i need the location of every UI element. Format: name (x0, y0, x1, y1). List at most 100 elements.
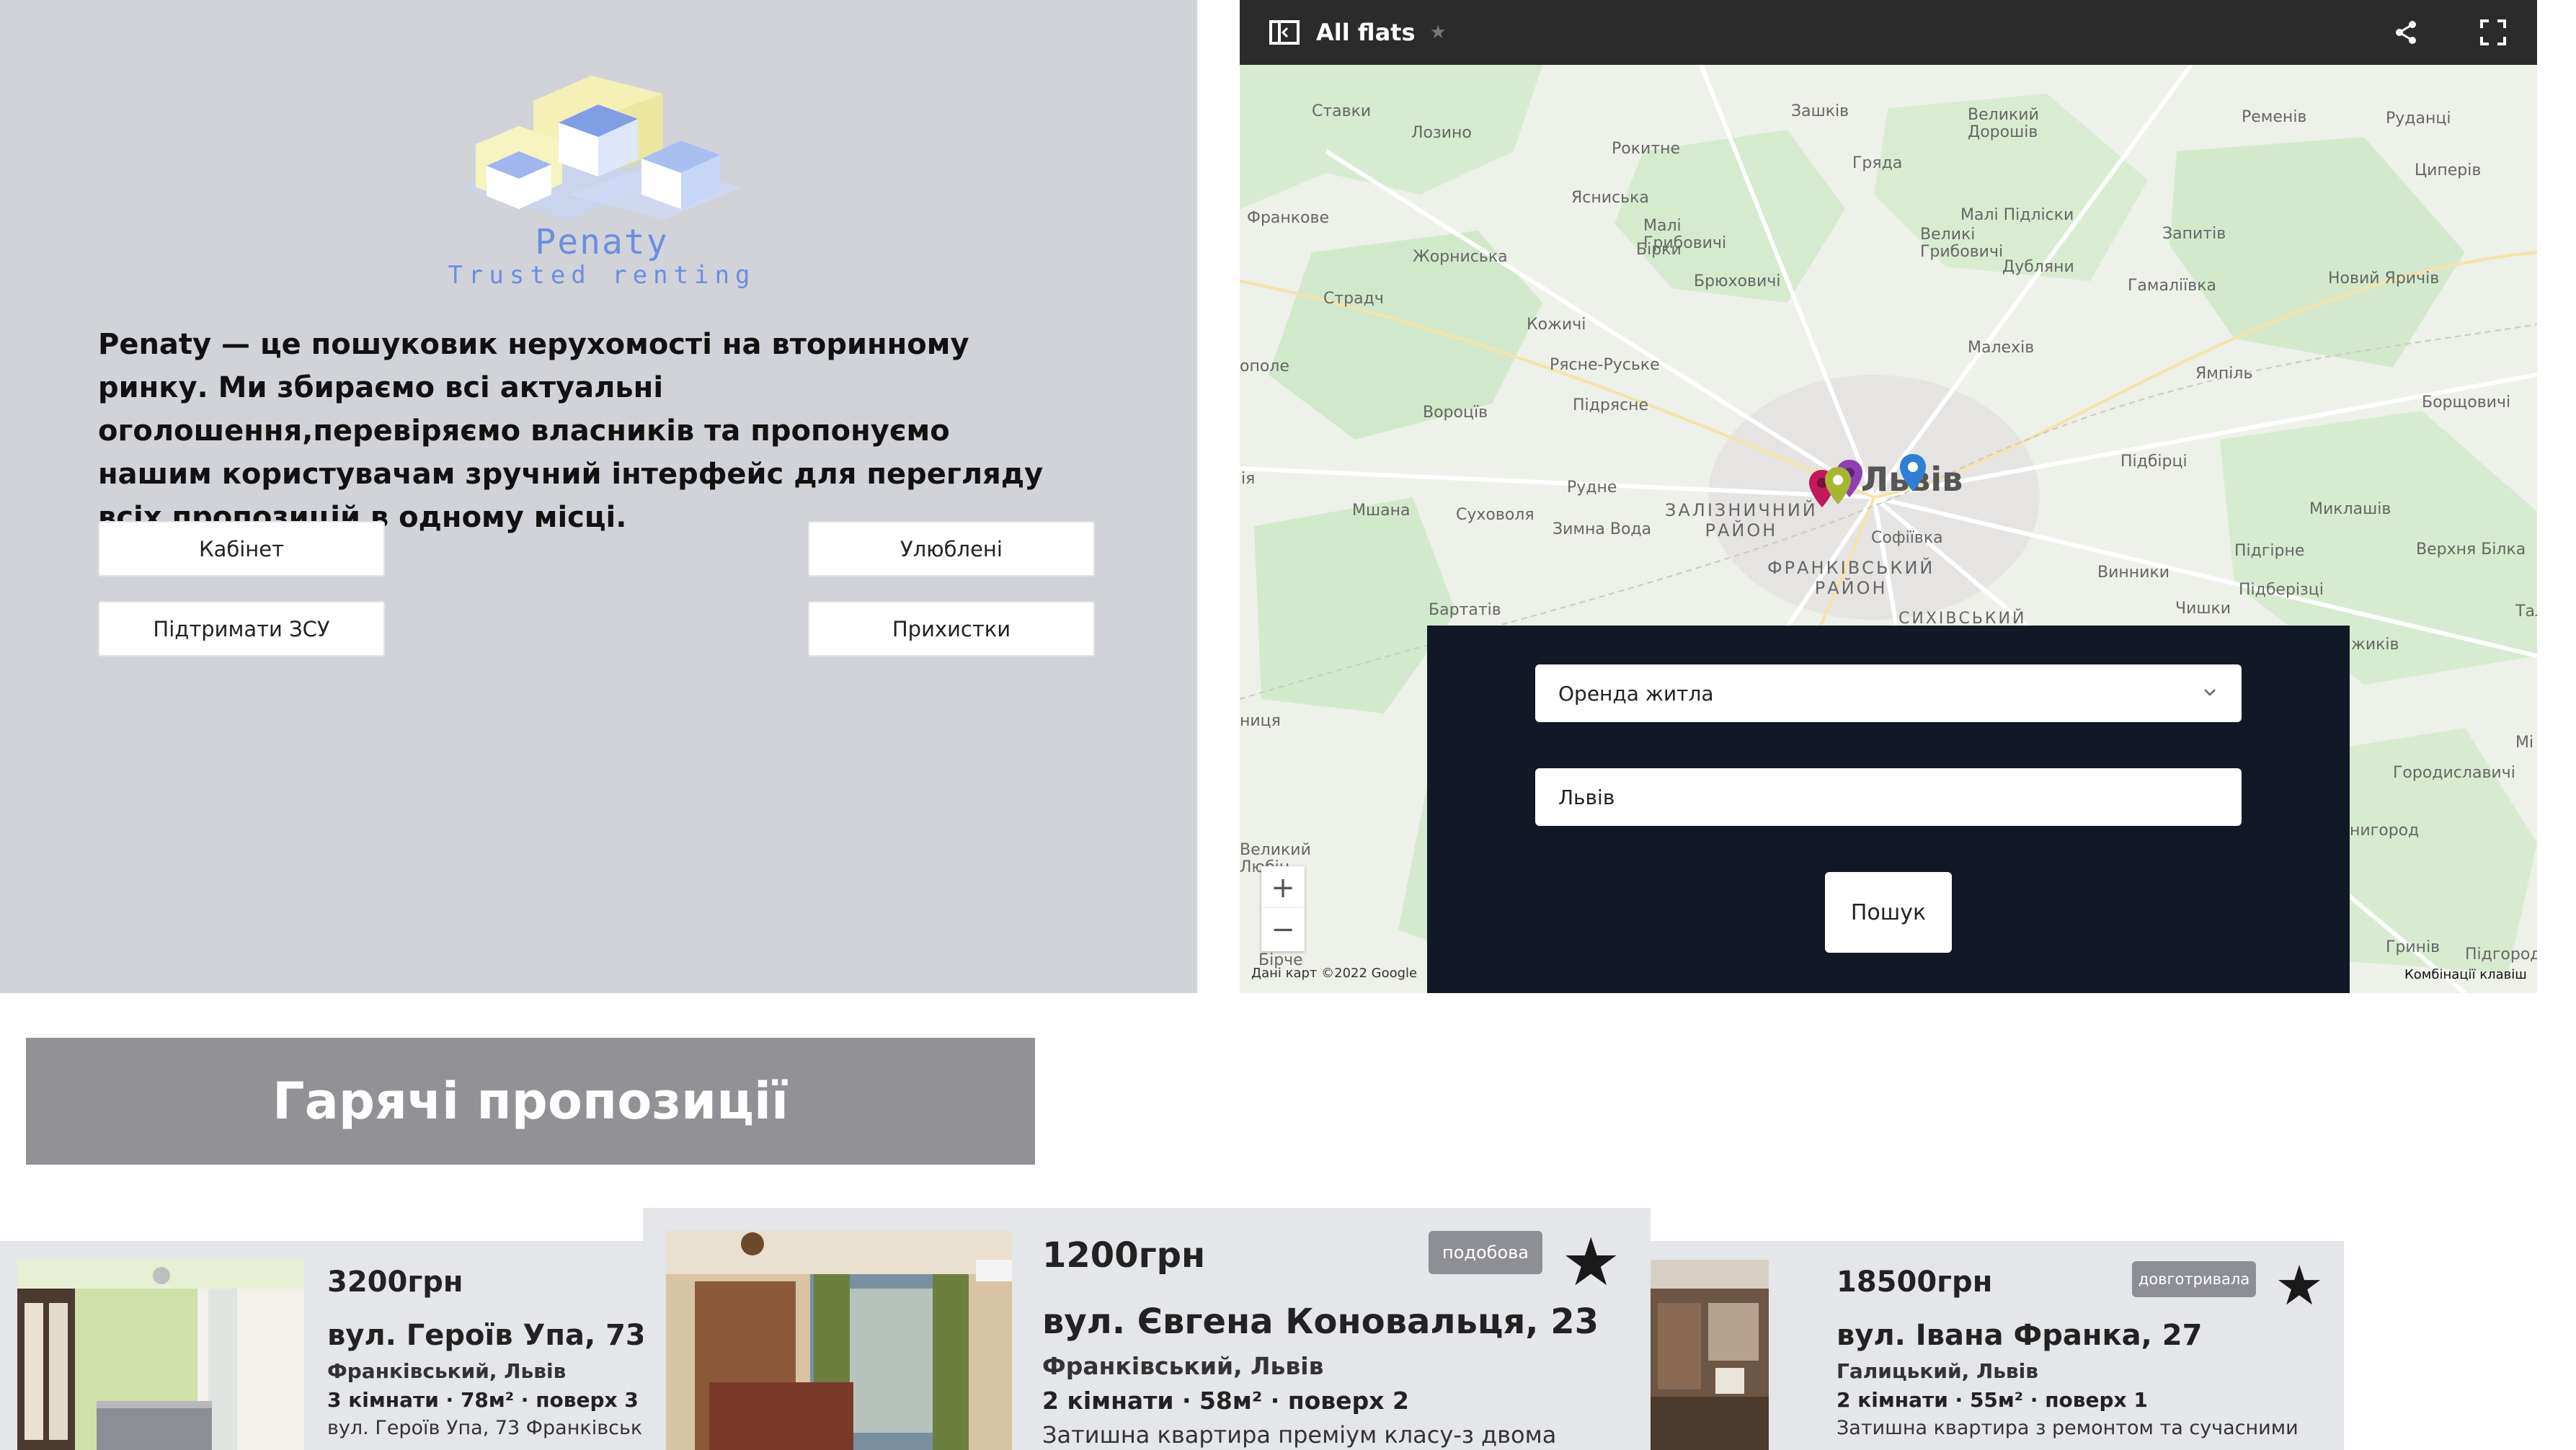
map-district-label: ФРАНКІВСЬКИЙ РАЙОН (1767, 558, 1935, 598)
hot-offers-banner: Гарячі пропозиції (26, 1038, 1035, 1165)
map-label: Малехів (1968, 339, 2035, 357)
map-label: Миклашів (2309, 500, 2391, 518)
map-label: Ставки (1312, 102, 1372, 120)
map-label: Гамаліївка (2128, 277, 2216, 295)
map-label: Зашків (1791, 102, 1849, 120)
listing-price: 18500грн (1836, 1266, 1993, 1299)
zoom-in-button[interactable]: + (1261, 866, 1305, 909)
fullscreen-icon[interactable] (2479, 19, 2507, 46)
logo-tagline: Trusted renting (448, 261, 756, 290)
rent-type-badge: довготривала (2132, 1261, 2256, 1297)
listing-specs: 2 кімнати · 58м² · поверх 2 (1042, 1387, 1409, 1415)
map-label: Ямпіль (2195, 365, 2253, 383)
map-toolbar: All flats ★ (1240, 0, 2537, 65)
sidebar-toggle-icon[interactable] (1269, 19, 1300, 45)
map-label: Малі Підліски (1960, 206, 2074, 224)
listing-photo[interactable] (17, 1260, 304, 1450)
listing-district: Галицький, Львів (1836, 1359, 2038, 1383)
listing-description: вул. Героїв Упа, 73 Франківський р (327, 1417, 643, 1439)
listing-district: Франківський, Львів (1042, 1352, 1324, 1380)
map-label: Мі (2515, 734, 2534, 752)
rent-type-value: Оренда житла (1558, 681, 1714, 706)
houses-logo-icon (461, 76, 742, 220)
search-button[interactable]: Пошук (1825, 872, 1952, 953)
map-label: Бартатів (1429, 601, 1501, 619)
map-label: Підгірне (2234, 542, 2305, 560)
listing-district: Франківський, Львів (327, 1359, 567, 1383)
listing-price: 1200грн (1042, 1235, 1206, 1276)
map-title: All flats (1316, 19, 1416, 46)
map-label: Вороцїв (1423, 404, 1488, 422)
map-label: Підберізці (2239, 581, 2324, 599)
hero-panel: Penaty Trusted renting Penaty — це пошук… (0, 0, 1197, 993)
map-label: Руданці (2386, 110, 2451, 128)
map-attribution: Дані карт ©2022 Google (1251, 966, 1418, 981)
map-label: Кожичі (1527, 316, 1586, 334)
intro-text: Penaty — це пошуковик нерухомості на вто… (98, 328, 1044, 534)
map-label: Ременів (2242, 108, 2307, 126)
map-label: Борщовичі (2422, 393, 2511, 412)
map-label: Підрясне (1573, 396, 1649, 414)
map-label: Рясне-Руське (1550, 356, 1660, 374)
map-label: Великий Дорошів (1968, 106, 2039, 141)
map-label: Тал (2515, 602, 2537, 621)
map-label: Бірки (1636, 241, 1682, 259)
share-icon[interactable] (2393, 19, 2419, 45)
map-label: Великі Грибовичі (1920, 226, 2004, 261)
map-label: Городиславичі (2393, 764, 2515, 782)
map-label: Підбірці (2120, 453, 2188, 471)
listing-address[interactable]: вул. Героїв Упа, 73 (327, 1319, 643, 1352)
map-label: Верхня Білка (2416, 541, 2526, 559)
listing-photo[interactable] (666, 1231, 1012, 1450)
map-label: Лозино (1411, 124, 1472, 142)
map-marker-icon[interactable] (1824, 466, 1852, 506)
map-district-label: ЗАЛІЗНИЧНИЙ РАЙОН (1665, 500, 1818, 541)
listing-address[interactable]: вул. Івана Франка, 27 (1836, 1319, 2202, 1352)
listing-price: 3200грн (327, 1266, 463, 1299)
listing-card[interactable]: 18500грн довготривала ★ вул. Івана Франк… (1651, 1241, 2344, 1450)
map-label: жиків (2351, 636, 2399, 654)
zoom-out-button[interactable]: − (1261, 908, 1305, 951)
map-label: Софіївка (1871, 529, 1943, 547)
map-label: Мшана (1352, 502, 1411, 520)
map-label: Новий Яричів (2328, 270, 2440, 288)
keyboard-shortcuts-link[interactable]: Комбінації клавіш (2404, 967, 2527, 982)
map-label: Циперів (2415, 161, 2482, 179)
listing-card[interactable]: 3200грн вул. Героїв Упа, 73 Франківський… (0, 1241, 643, 1450)
map-label: Страдч (1323, 290, 1384, 308)
support-army-button[interactable]: Підтримати ЗСУ (98, 601, 385, 657)
map-label: Чишки (2175, 600, 2231, 618)
map-label: Гринів (2386, 938, 2440, 956)
map-label: Підгород (2465, 946, 2537, 964)
search-panel: Оренда житла Львів Пошук (1427, 626, 2350, 993)
favorites-button[interactable]: Улюблені (808, 521, 1095, 577)
star-icon[interactable]: ★ (1430, 22, 1447, 43)
map-marker-icon[interactable] (1898, 453, 1927, 493)
city-input[interactable]: Львів (1535, 768, 2242, 826)
listing-specs: 3 кімнати · 78м² · поверх 3 (327, 1388, 639, 1412)
apartment-photo-image (666, 1231, 1012, 1450)
listing-address[interactable]: вул. Євгена Коновальця, 23 (1042, 1302, 1599, 1342)
map-label: Запитів (2162, 225, 2226, 243)
map-label: ополе (1240, 357, 1289, 375)
map-label: Жорниська (1413, 248, 1508, 266)
penaty-logo: Penaty Trusted renting (432, 72, 771, 295)
listing-specs: 2 кімнати · 55м² · поверх 1 (1836, 1388, 2148, 1412)
logo-name: Penaty (535, 222, 669, 262)
listing-description: Затишна квартира з ремонтом та сучасними (1836, 1417, 2299, 1439)
listing-description: Затишна квартира преміум класу-з двома (1042, 1421, 1557, 1449)
map-label: Винники (2097, 564, 2170, 582)
map-label: Брюховичі (1694, 272, 1781, 290)
rent-type-select[interactable]: Оренда житла (1535, 664, 2242, 722)
favorite-star-icon[interactable]: ★ (1561, 1229, 1620, 1296)
map-label: Франкове (1247, 209, 1330, 227)
map-label: нигород (2350, 822, 2420, 840)
city-value: Львів (1558, 785, 1615, 809)
listing-photo[interactable] (1651, 1260, 1769, 1450)
shelters-button[interactable]: Прихистки (808, 601, 1095, 657)
map-label: Ясниська (1571, 189, 1649, 207)
cabinet-button[interactable]: Кабінет (98, 521, 385, 577)
favorite-star-icon[interactable]: ★ (2275, 1258, 2324, 1313)
listing-card[interactable]: 1200грн подобова ★ вул. Євгена Коновальц… (643, 1208, 1651, 1450)
map-label: Рокитне (1612, 140, 1681, 158)
